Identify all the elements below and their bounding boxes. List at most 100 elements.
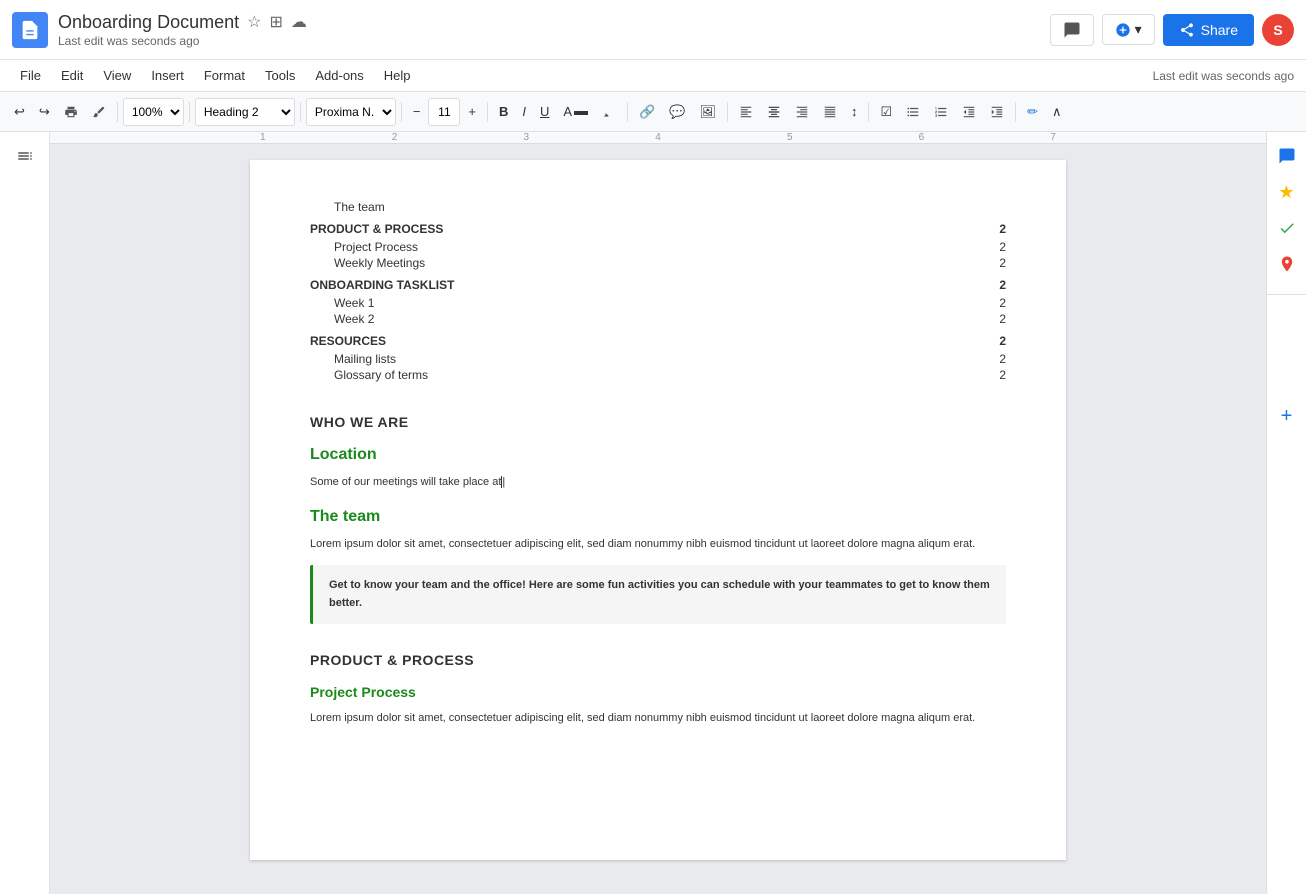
underline-button[interactable]: U [534,98,555,126]
cloud-icon[interactable]: ☁ [291,12,307,32]
text-color-button[interactable]: A [557,98,594,126]
toc-week2: Week 2 2 [310,312,1006,326]
checklist-button[interactable]: ☑ [874,98,898,126]
font-size-dec-button[interactable]: − [407,98,427,126]
add-sidebar-button[interactable]: + [1273,402,1301,430]
menu-tools[interactable]: Tools [257,64,303,87]
toc-week1: Week 1 2 [310,296,1006,310]
toc-heading-product: PRODUCT & PROCESS 2 [310,222,1006,236]
align-center-button[interactable] [761,98,787,126]
star-sidebar-icon[interactable]: ★ [1273,178,1301,206]
toc-heading-resources: RESOURCES 2 [310,334,1006,348]
indent-inc-button[interactable] [984,98,1010,126]
toc-section-product: PRODUCT & PROCESS 2 Project Process 2 We… [310,222,1006,270]
doc-title-row: Onboarding Document ☆ ⊞ ☁ [58,12,1040,33]
line-spacing-button[interactable]: ↕ [845,98,864,126]
bold-button[interactable]: B [493,98,514,126]
cursor: | [501,476,505,488]
menu-help[interactable]: Help [376,64,419,87]
toc-project-process: Project Process 2 [310,240,1006,254]
style-select[interactable]: Heading 2 Normal text Heading 1 Heading … [195,98,295,126]
numbered-list-button[interactable] [928,98,954,126]
doc-icon [12,12,48,48]
add-editor-label: ▾ [1135,21,1142,38]
maps-sidebar-icon[interactable] [1273,250,1301,278]
menu-addons[interactable]: Add-ons [307,64,371,87]
toolbar-divider-5 [487,102,488,122]
highlight-button[interactable] [596,98,622,126]
callout-text: Get to know your team and the office! He… [329,577,990,612]
toolbar-divider-2 [189,102,190,122]
team-body-text[interactable]: Lorem ipsum dolor sit amet, consectetuer… [310,536,1006,554]
location-body[interactable]: Some of our meetings will take place at| [310,474,1006,492]
right-sidebar: ★ + [1266,132,1306,894]
font-size-inc-button[interactable]: + [462,98,482,126]
toolbar-divider-8 [868,102,869,122]
top-bar: Onboarding Document ☆ ⊞ ☁ Last edit was … [0,0,1306,60]
doc-title[interactable]: Onboarding Document [58,12,239,33]
star-icon[interactable]: ☆ [247,12,261,32]
menu-format[interactable]: Format [196,64,253,87]
title-area: Onboarding Document ☆ ⊞ ☁ Last edit was … [58,12,1040,48]
project-body-text[interactable]: Lorem ipsum dolor sit amet, consectetuer… [310,710,1006,728]
main-layout: 1234567 The team PRODUCT & PROCESS 2 Pro… [0,132,1306,894]
check-sidebar-icon[interactable] [1273,214,1301,242]
menu-edit[interactable]: Edit [53,64,91,87]
toc-the-team: The team [310,200,1006,214]
zoom-select[interactable]: 100% 75% 125% [123,98,184,126]
folder-icon[interactable]: ⊞ [269,12,282,32]
toolbar-divider-4 [401,102,402,122]
chat-icon[interactable] [1273,142,1301,170]
last-edit-menu: Last edit was seconds ago [1153,69,1294,83]
callout-box: Get to know your team and the office! He… [310,565,1006,624]
format-paint-button[interactable] [86,98,112,126]
indent-dec-button[interactable] [956,98,982,126]
top-right-actions: ▾ Share S [1050,14,1294,46]
toolbar-divider-7 [727,102,728,122]
menu-insert[interactable]: Insert [143,64,192,87]
italic-button[interactable]: I [516,98,532,126]
last-edit: Last edit was seconds ago [58,34,1040,48]
align-justify-button[interactable] [817,98,843,126]
left-sidebar [0,132,50,894]
toolbar-divider-3 [300,102,301,122]
toc-mailing-lists: Mailing lists 2 [310,352,1006,366]
who-we-are-heading: WHO WE ARE [310,414,1006,430]
share-label: Share [1201,22,1238,38]
content-area[interactable]: 1234567 The team PRODUCT & PROCESS 2 Pro… [50,132,1266,894]
redo-button[interactable]: ↪ [33,98,56,126]
avatar[interactable]: S [1262,14,1294,46]
comment-toolbar-button[interactable]: 💬 [663,98,691,126]
undo-button[interactable]: ↩ [8,98,31,126]
image-button[interactable]: 🖼 [693,98,722,126]
ruler: 1234567 [50,132,1266,144]
toc-section-resources: RESOURCES 2 Mailing lists 2 Glossary of … [310,334,1006,382]
pen-button[interactable]: ✏ [1021,98,1044,126]
toc-heading-onboarding: ONBOARDING TASKLIST 2 [310,278,1006,292]
align-left-button[interactable] [733,98,759,126]
comment-button[interactable] [1050,14,1094,46]
toc-weekly-meetings: Weekly Meetings 2 [310,256,1006,270]
collapse-toolbar-button[interactable]: ∧ [1046,98,1068,126]
font-select[interactable]: Proxima N... [306,98,396,126]
outline-icon[interactable] [11,142,39,170]
align-right-button[interactable] [789,98,815,126]
the-team-heading: The team [310,508,1006,526]
location-heading: Location [310,446,1006,464]
menu-view[interactable]: View [95,64,139,87]
add-editor-button[interactable]: ▾ [1102,14,1155,45]
toolbar-divider-9 [1015,102,1016,122]
font-size-input[interactable] [428,98,460,126]
toolbar: ↩ ↪ 100% 75% 125% Heading 2 Normal text … [0,92,1306,132]
ruler-inner: 1234567 [260,132,1056,143]
menu-file[interactable]: File [12,64,49,87]
toc-prev-item: The team [310,200,1006,214]
project-process-heading: Project Process [310,684,1006,700]
menu-bar: File Edit View Insert Format Tools Add-o… [0,60,1306,92]
link-button[interactable]: 🔗 [633,98,661,126]
share-button[interactable]: Share [1163,14,1254,46]
print-button[interactable] [58,98,84,126]
document-page[interactable]: The team PRODUCT & PROCESS 2 Project Pro… [250,160,1066,860]
bullet-list-button[interactable] [900,98,926,126]
toolbar-divider-1 [117,102,118,122]
